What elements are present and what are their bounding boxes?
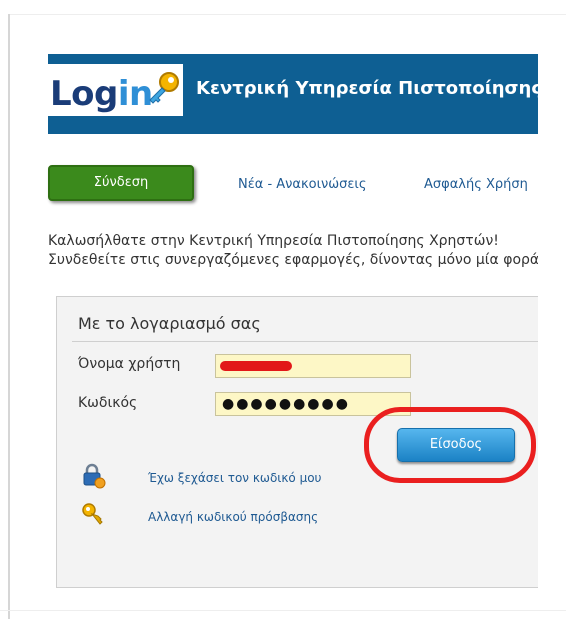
logo-text: Login bbox=[50, 74, 153, 114]
site-logo[interactable]: Login bbox=[48, 64, 183, 116]
window-bottom-edge bbox=[0, 610, 566, 611]
panel-divider bbox=[72, 341, 538, 342]
nav-news-link[interactable]: Νέα - Ανακοινώσεις bbox=[238, 177, 366, 192]
welcome-heading: Καλωσήλθατε στην Κεντρική Υπηρεσία Πιστο… bbox=[48, 233, 499, 249]
window-top-edge bbox=[8, 14, 566, 15]
username-label: Όνομα χρήστη bbox=[78, 356, 181, 372]
window-left-edge bbox=[8, 14, 10, 619]
forgot-password-link[interactable]: Έχω ξεχάσει τον κωδικό μου bbox=[148, 471, 322, 485]
key-icon bbox=[82, 503, 103, 525]
site-header: Login Κεντρική Υπηρεσία Πιστοποίησης bbox=[48, 54, 538, 134]
password-value: ●●●●●●●●● bbox=[222, 396, 350, 412]
annotation-circle bbox=[364, 407, 536, 483]
login-panel-title: Με το λογαριασμό σας bbox=[78, 314, 261, 333]
change-password-link[interactable]: Αλλαγή κωδικού πρόσβασης bbox=[148, 510, 318, 524]
lock-icon bbox=[83, 463, 106, 489]
nav-login-button[interactable]: Σύνδεση bbox=[48, 165, 194, 201]
page-title: Κεντρική Υπηρεσία Πιστοποίησης bbox=[196, 78, 538, 99]
username-field[interactable] bbox=[215, 354, 411, 378]
redaction-mark bbox=[220, 361, 292, 371]
password-label: Κωδικός bbox=[78, 395, 138, 411]
nav-safe-use-link[interactable]: Ασφαλής Χρήση bbox=[424, 177, 528, 192]
key-icon bbox=[149, 72, 179, 104]
welcome-subtext: Συνδεθείτε στις συνεργαζόμενες εφαρμογές… bbox=[48, 252, 538, 268]
